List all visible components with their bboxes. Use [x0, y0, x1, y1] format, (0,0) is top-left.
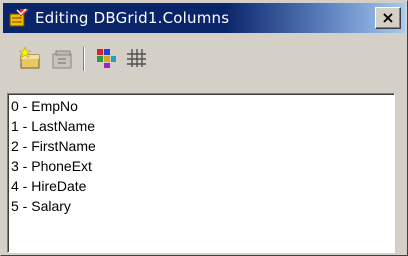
list-item[interactable]: 2 - FirstName: [11, 136, 394, 156]
add-all-fields-button[interactable]: [49, 45, 75, 71]
close-button[interactable]: ×: [375, 7, 401, 29]
toolbar: [5, 37, 403, 83]
collection-editor-window: Editing DBGrid1.Columns × 0 - EmpNo 1 - …: [0, 0, 408, 256]
add-new-button[interactable]: [17, 45, 43, 71]
delphi-app-icon: [9, 8, 29, 28]
close-icon: ×: [381, 8, 395, 27]
restore-defaults-icon: [93, 49, 119, 75]
add-new-icon: [17, 46, 43, 75]
list-item[interactable]: 4 - HireDate: [11, 176, 394, 196]
list-item[interactable]: 0 - EmpNo: [11, 96, 394, 116]
list-item[interactable]: 1 - LastName: [11, 116, 394, 136]
add-all-fields-icon: [49, 50, 75, 75]
title-bar[interactable]: Editing DBGrid1.Columns ×: [3, 3, 405, 33]
restore-defaults-button[interactable]: [93, 45, 119, 71]
columns-list[interactable]: 0 - EmpNo 1 - LastName 2 - FirstName 3 -…: [7, 93, 395, 253]
grid-icon: [123, 49, 149, 75]
list-item[interactable]: 5 - Salary: [11, 196, 394, 216]
list-item[interactable]: 3 - PhoneExt: [11, 156, 394, 176]
window-title: Editing DBGrid1.Columns: [35, 9, 230, 27]
toolbar-separator: [83, 47, 85, 71]
grid-button[interactable]: [123, 45, 149, 71]
